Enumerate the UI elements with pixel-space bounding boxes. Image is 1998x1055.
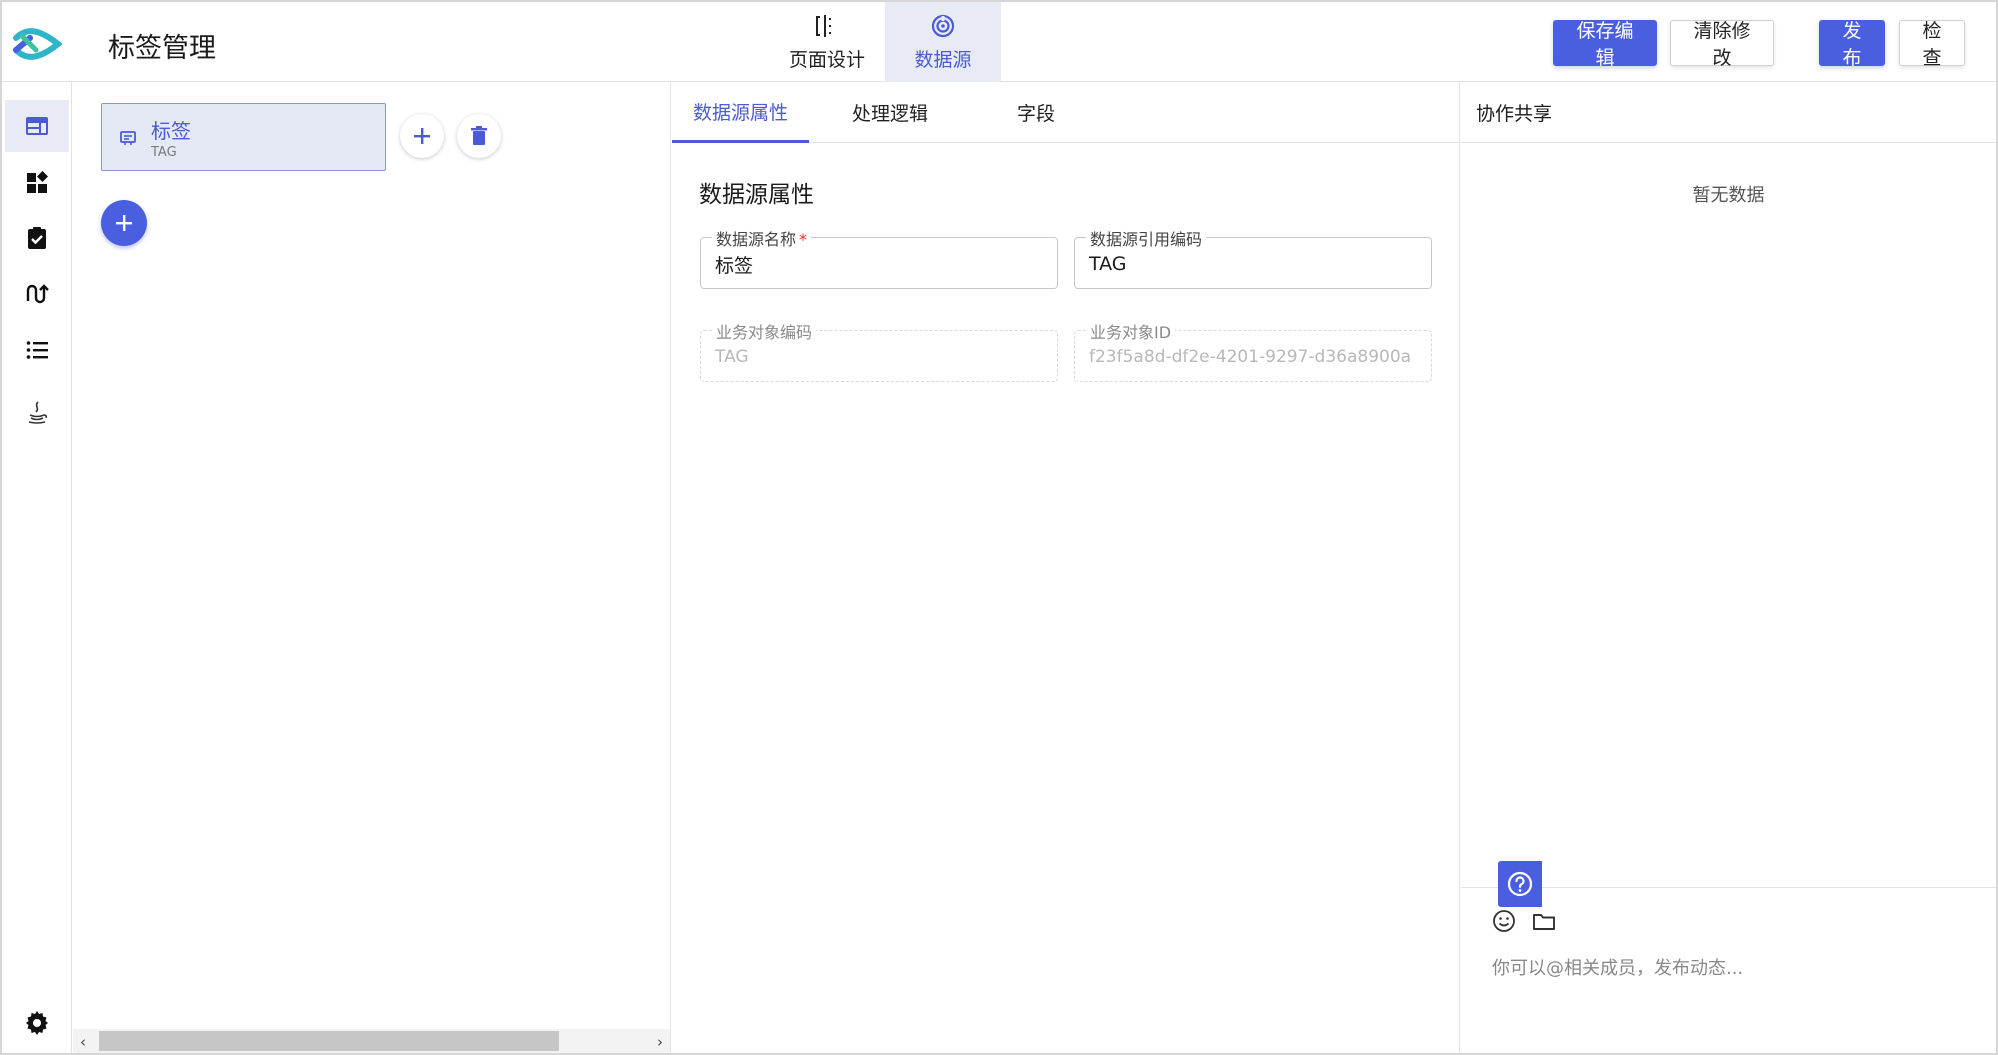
- datasource-name-field: 数据源名称 *: [700, 226, 1058, 289]
- data-card-icon: [120, 131, 136, 145]
- rail-item-list[interactable]: [5, 324, 69, 376]
- tab-data-source-label: 数据源: [914, 48, 972, 71]
- rail-item-widgets[interactable]: [5, 156, 69, 208]
- flow-icon: [26, 284, 49, 304]
- datasource-card-name: 标签: [151, 119, 191, 143]
- left-nav-rail: [2, 82, 72, 1053]
- required-mark: *: [799, 230, 808, 249]
- datasource-ref-code-field: 数据源引用编码: [1074, 226, 1432, 289]
- tab-data-source[interactable]: 数据源: [885, 2, 1001, 82]
- trash-icon: [471, 126, 487, 145]
- list-icon: [26, 341, 48, 359]
- add-item-button[interactable]: [400, 114, 444, 158]
- rail-item-flow[interactable]: [5, 268, 69, 320]
- datasource-card[interactable]: 标签 TAG: [101, 103, 386, 171]
- composer-input[interactable]: 你可以@相关成员，发布动态...: [1492, 954, 1743, 980]
- datasource-card-code: TAG: [151, 145, 177, 160]
- save-edit-button[interactable]: 保存编辑: [1553, 20, 1657, 69]
- scrollbar-thumb[interactable]: [99, 1031, 559, 1051]
- widgets-icon: [27, 171, 48, 193]
- scroll-right-icon[interactable]: ›: [657, 1033, 663, 1051]
- collaboration-panel: 协作共享 暂无数据 你可以@相关成员，发布动态...: [1461, 82, 1996, 1053]
- delete-item-button[interactable]: [457, 114, 501, 158]
- rail-item-java[interactable]: [5, 386, 69, 438]
- comment-composer[interactable]: 你可以@相关成员，发布动态...: [1461, 887, 1996, 1053]
- check-button[interactable]: 检查: [1899, 20, 1965, 69]
- datasource-ref-code-input[interactable]: [1089, 250, 1419, 278]
- detail-tabs: 数据源属性 处理逻辑 字段: [672, 82, 1460, 143]
- app-window: 标签管理 页面设计 数据源 保存编辑 清除修改 发布 检查 标签 TAG ‹ ›…: [0, 0, 1998, 1055]
- web-layout-icon: [26, 117, 48, 135]
- top-bar: 标签管理 页面设计 数据源 保存编辑 清除修改 发布 检查: [2, 2, 1996, 82]
- section-title: 数据源属性: [699, 182, 814, 208]
- tab-page-design[interactable]: 页面设计: [769, 2, 885, 82]
- business-object-id-input: [1089, 343, 1419, 371]
- datasource-name-label: 数据源名称 *: [712, 226, 812, 250]
- emoji-icon[interactable]: [1491, 908, 1517, 934]
- target-icon: [931, 14, 955, 37]
- rail-item-layout[interactable]: [5, 100, 69, 152]
- business-object-id-field: 业务对象ID: [1074, 319, 1432, 382]
- page-title: 标签管理: [108, 33, 216, 64]
- tab-fields[interactable]: 字段: [972, 82, 1100, 143]
- datasource-list-panel: 标签 TAG ‹ ›: [73, 82, 671, 1053]
- business-object-code-field: 业务对象编码: [700, 319, 1058, 382]
- tab-processing-logic[interactable]: 处理逻辑: [820, 82, 960, 143]
- java-icon: [28, 401, 48, 424]
- tab-page-design-label: 页面设计: [788, 48, 865, 71]
- help-button[interactable]: [1498, 861, 1542, 907]
- split-columns-icon: [816, 14, 831, 37]
- collab-title: 协作共享: [1461, 82, 1996, 143]
- business-object-id-label: 业务对象ID: [1086, 319, 1176, 343]
- rail-item-tasks[interactable]: [5, 212, 69, 264]
- clear-changes-button[interactable]: 清除修改: [1670, 20, 1774, 69]
- plus-icon: [414, 128, 430, 144]
- app-logo-icon[interactable]: [12, 24, 63, 64]
- gear-icon: [26, 1011, 48, 1035]
- datasource-ref-code-label: 数据源引用编码: [1086, 226, 1207, 250]
- publish-button[interactable]: 发布: [1819, 20, 1885, 69]
- business-object-code-label: 业务对象编码: [712, 319, 817, 343]
- add-datasource-button[interactable]: [101, 200, 147, 246]
- scroll-left-icon[interactable]: ‹: [80, 1033, 86, 1051]
- plus-icon: [116, 215, 132, 231]
- horizontal-scrollbar[interactable]: ‹ ›: [73, 1029, 670, 1053]
- datasource-name-input[interactable]: [715, 250, 1045, 278]
- datasource-detail-panel: 数据源属性 处理逻辑 字段 数据源属性 数据源名称* 数据源引用编码 业务对象编…: [672, 82, 1460, 1053]
- rail-item-settings[interactable]: [5, 997, 69, 1049]
- business-object-code-input: [715, 343, 1045, 371]
- clipboard-check-icon: [28, 227, 46, 249]
- help-icon: [1507, 871, 1533, 897]
- tab-datasource-properties[interactable]: 数据源属性: [672, 82, 809, 143]
- folder-icon[interactable]: [1531, 908, 1557, 934]
- empty-state-text: 暂无数据: [1692, 185, 1765, 206]
